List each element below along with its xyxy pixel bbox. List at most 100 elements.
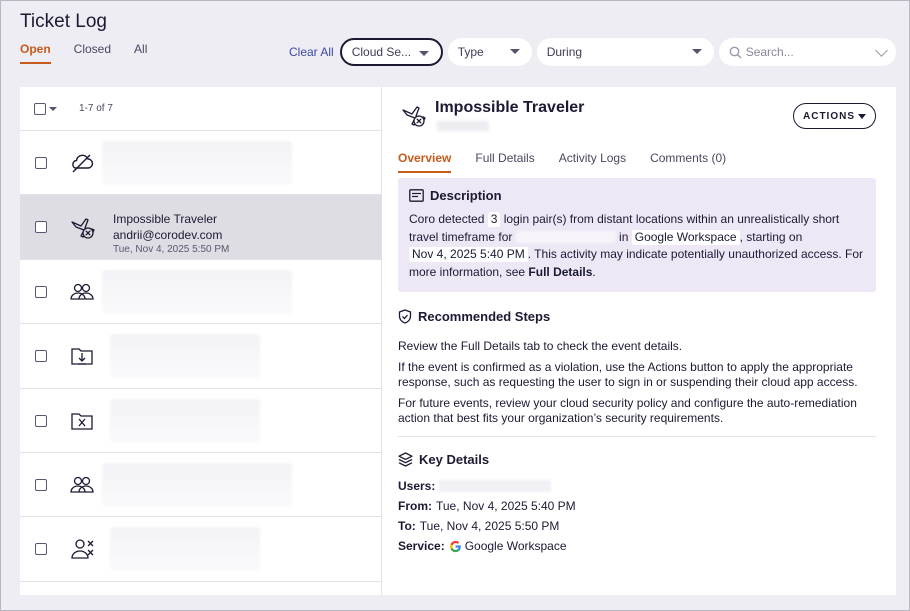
row-checkbox[interactable] <box>35 157 47 169</box>
tab-overview[interactable]: Overview <box>398 151 452 173</box>
redacted-row-content <box>102 462 292 507</box>
list-item[interactable] <box>20 324 381 389</box>
divider <box>398 436 876 437</box>
users-icon <box>70 476 94 493</box>
row-title: Impossible Traveler <box>113 212 218 227</box>
select-menu-caret-icon[interactable] <box>49 106 57 111</box>
tab-full-details[interactable]: Full Details <box>475 151 534 173</box>
description-text-part: Coro detected <box>409 212 485 226</box>
to-label: To: <box>398 519 416 533</box>
cloud-service-filter[interactable]: Cloud Se... <box>339 38 443 66</box>
redacted-ticket-id <box>437 121 489 131</box>
layers-icon <box>398 452 413 467</box>
impossible-traveler-icon <box>402 106 426 127</box>
service-label: Service: <box>398 539 445 553</box>
during-filter-label: During <box>546 45 583 59</box>
ticket-detail: Impossible Traveler ACTIONS Overview Ful… <box>383 87 896 595</box>
row-date: Tue, Nov 4, 2025 5:50 PM <box>113 244 230 256</box>
from-value: Tue, Nov 4, 2025 5:40 PM <box>436 499 576 513</box>
row-user: andrii@corodev.com <box>113 228 223 243</box>
list-item[interactable] <box>20 131 381 196</box>
list-item[interactable]: Impossible Traveler andrii@corodev.com T… <box>20 195 381 260</box>
service-field: Service: Google Workspace <box>398 539 876 553</box>
row-checkbox[interactable] <box>35 221 47 234</box>
step-text: Review the Full Details tab to check the… <box>398 339 683 353</box>
row-checkbox[interactable] <box>35 414 47 427</box>
list-item[interactable] <box>20 517 381 582</box>
key-details-heading-text: Key Details <box>419 452 490 467</box>
description-heading-text: Description <box>430 188 502 203</box>
redacted-row-content <box>102 269 292 314</box>
row-checkbox[interactable] <box>35 285 47 298</box>
select-all-checkbox[interactable] <box>34 102 46 115</box>
caret-down-icon <box>858 113 866 119</box>
chevron-down-icon <box>874 44 888 57</box>
actions-button-label: ACTIONS <box>803 110 855 122</box>
users-label: Users: <box>398 479 436 493</box>
search-icon <box>729 46 742 58</box>
list-item[interactable] <box>20 260 381 325</box>
redacted-user <box>515 231 616 244</box>
shield-check-icon <box>398 309 412 324</box>
impossible-traveler-icon <box>71 218 95 240</box>
recommended-steps: Recommended Steps Review the Full Detail… <box>398 309 876 426</box>
row-checkbox[interactable] <box>35 543 47 556</box>
description-heading: Description <box>409 188 865 203</box>
page-title: Ticket Log <box>20 11 107 32</box>
folder-x-icon <box>71 412 93 430</box>
tab-closed[interactable]: Closed <box>74 42 111 64</box>
list-header: 1-7 of 7 <box>20 87 381 131</box>
tab-activity-logs[interactable]: Activity Logs <box>559 151 626 173</box>
type-filter-label: Type <box>457 45 484 59</box>
from-field: From: Tue, Nov 4, 2025 5:40 PM <box>398 499 876 513</box>
user-x-icon <box>71 539 94 559</box>
description-text-part: in <box>619 229 629 244</box>
redacted-row-content <box>110 527 260 572</box>
search-input[interactable]: Search... <box>718 38 896 66</box>
detail-tabs: Overview Full Details Activity Logs Comm… <box>398 151 750 173</box>
chevron-down-icon <box>691 49 702 54</box>
full-details-link[interactable]: Full Details <box>528 265 592 279</box>
pair-count: 3 <box>487 212 501 227</box>
users-field: Users: <box>398 479 876 493</box>
type-filter[interactable]: Type <box>447 38 532 66</box>
chevron-down-icon <box>418 51 429 56</box>
to-value: Tue, Nov 4, 2025 5:50 PM <box>419 519 560 533</box>
to-field: To: Tue, Nov 4, 2025 5:50 PM <box>398 519 876 533</box>
row-checkbox[interactable] <box>35 478 47 491</box>
result-count: 1-7 of 7 <box>79 103 113 114</box>
list-item[interactable] <box>20 389 381 453</box>
step-text: For future events, review your cloud sec… <box>398 396 857 425</box>
redacted-row-content <box>102 141 292 185</box>
status-tabs: Open Closed All <box>20 42 170 64</box>
cloud-icon <box>72 154 94 173</box>
cloud-service-filter-label: Cloud Se... <box>351 45 412 59</box>
filter-bar: Clear All Cloud Se... Type During Search… <box>289 38 901 66</box>
service-value: Google Workspace <box>464 539 567 553</box>
description-box: Description Coro detected 3 login pair(s… <box>398 178 876 292</box>
recommended-heading: Recommended Steps <box>398 309 876 324</box>
ticket-panel: 1-7 of 7 Impossible Traveler andrii@coro… <box>20 87 896 595</box>
list-item[interactable] <box>20 453 381 518</box>
redacted-row-content <box>110 334 260 379</box>
during-filter[interactable]: During <box>536 38 714 66</box>
tab-all[interactable]: All <box>134 42 147 64</box>
from-label: From: <box>398 499 432 513</box>
redacted-users <box>439 480 552 492</box>
description-text: Coro detected 3 login pair(s) from dista… <box>409 211 865 281</box>
key-details: Key Details Users: From: Tue, Nov 4, 202… <box>398 452 876 553</box>
clear-all-link[interactable]: Clear All <box>289 45 334 59</box>
step-text: If the event is confirmed as a violation… <box>398 360 858 389</box>
description-icon <box>409 189 424 202</box>
chevron-down-icon <box>509 49 520 54</box>
users-icon <box>70 283 94 300</box>
key-details-heading: Key Details <box>398 452 876 467</box>
redacted-row-content <box>110 398 260 443</box>
row-checkbox[interactable] <box>35 350 47 363</box>
ticket-list: 1-7 of 7 Impossible Traveler andrii@coro… <box>20 87 382 595</box>
search-placeholder: Search... <box>745 45 794 59</box>
tab-comments[interactable]: Comments (0) <box>650 151 726 173</box>
actions-button[interactable]: ACTIONS <box>793 103 876 129</box>
start-time: Nov 4, 2025 5:40 PM <box>409 247 528 262</box>
tab-open[interactable]: Open <box>20 42 51 64</box>
